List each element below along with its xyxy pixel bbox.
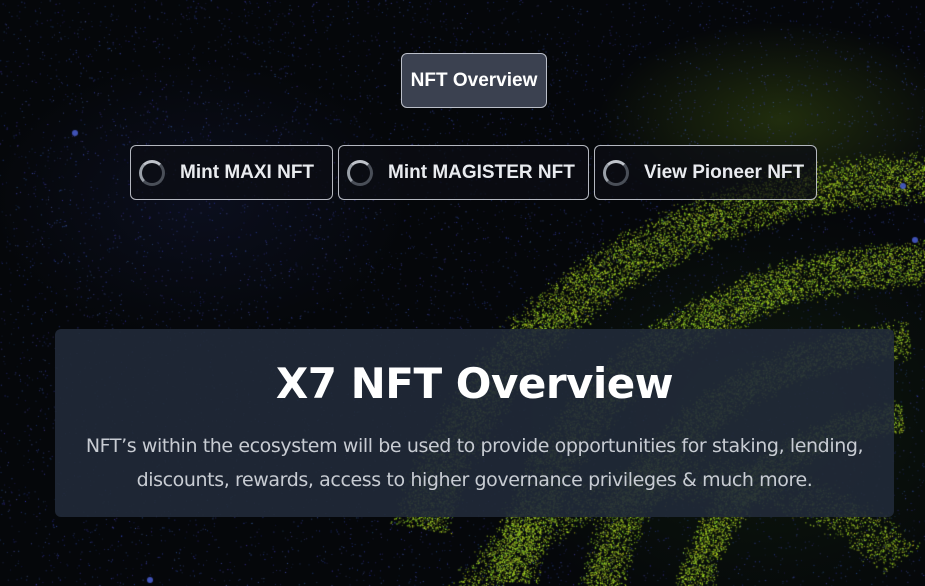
loading-spinner-icon — [139, 159, 165, 186]
view-pioneer-nft-label: View Pioneer NFT — [644, 161, 805, 183]
mint-magister-nft-label: Mint MAGISTER NFT — [388, 161, 575, 183]
panel-description: NFT’s within the ecosystem will be used … — [85, 429, 864, 497]
overview-panel: X7 NFT Overview NFT’s within the ecosyst… — [55, 329, 894, 517]
loading-spinner-icon — [603, 159, 629, 186]
panel-description-line-2: discounts, rewards, access to higher gov… — [136, 469, 813, 491]
mint-maxi-nft-label: Mint MAXI NFT — [180, 161, 315, 183]
panel-description-line-1: NFT’s within the ecosystem will be used … — [85, 435, 864, 457]
nft-overview-button[interactable]: NFT Overview — [401, 53, 547, 108]
page-background: NFT Overview Mint MAXI NFT Mint MAGISTER… — [0, 0, 925, 586]
mint-maxi-nft-button[interactable]: Mint MAXI NFT — [130, 145, 333, 200]
loading-spinner-icon — [347, 159, 373, 186]
view-pioneer-nft-button[interactable]: View Pioneer NFT — [594, 145, 817, 200]
mint-magister-nft-button[interactable]: Mint MAGISTER NFT — [338, 145, 589, 200]
panel-title: X7 NFT Overview — [275, 359, 674, 408]
